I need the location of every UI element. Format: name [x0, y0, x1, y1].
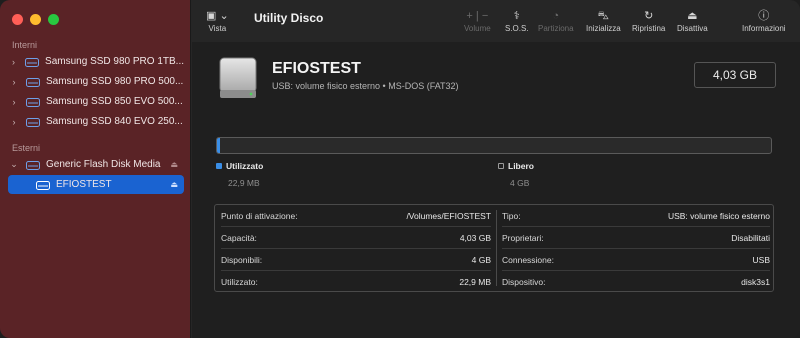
sidebar-item-label: Samsung SSD 980 PRO 500... — [46, 76, 184, 87]
volume-icon — [36, 180, 50, 190]
usage-bar-used-fill — [217, 138, 221, 153]
main-panel: EFIOSTEST USB: volume fisico esterno • M… — [192, 42, 800, 338]
restore-button[interactable]: ↻ Ripristina — [632, 8, 665, 33]
erase-button[interactable]: ⛍ Inizializza — [586, 8, 621, 33]
unmount-button[interactable]: ⏏ Disattiva — [677, 8, 708, 33]
legend-free: Libero 4 GB — [498, 161, 534, 188]
internal-disk-icon — [26, 77, 40, 87]
app-title: Utility Disco — [254, 11, 324, 25]
chevron-right-icon[interactable]: › — [8, 77, 20, 87]
info-row: Punto di attivazione: /Volumes/EFIOSTEST — [221, 205, 491, 227]
info-icon: ⓘ — [758, 10, 770, 22]
used-value: 22,9 MB — [228, 178, 260, 188]
info-button[interactable]: ⓘ Informazioni — [742, 8, 786, 33]
sidebar-item-internal-disk[interactable]: › Samsung SSD 980 PRO 500... — [8, 72, 184, 91]
sidebar-item-internal-disk[interactable]: › Samsung SSD 840 EVO 250... — [8, 112, 184, 131]
chevron-right-icon[interactable]: › — [8, 117, 20, 127]
info-row: Tipo: USB: volume fisico esterno — [502, 205, 770, 227]
free-swatch — [498, 163, 504, 169]
eject-icon[interactable]: ⏏ — [170, 160, 178, 169]
info-row: Disponibili: 4 GB — [221, 249, 491, 271]
erase-disk-icon: ⛍ — [597, 10, 610, 22]
partition-button[interactable]: ◔ Partiziona — [538, 8, 574, 33]
internal-section-header: Interni — [12, 40, 38, 50]
volume-name: EFIOSTEST — [272, 60, 361, 77]
info-row: Connessione: USB — [502, 249, 770, 271]
external-disk-icon — [26, 160, 40, 170]
sidebar-item-internal-disk[interactable]: › Samsung SSD 980 PRO 1TB... — [8, 52, 184, 71]
toolbar: ▣ ⌄ Vista Utility Disco + | − Volume ⚕ S… — [192, 0, 800, 42]
info-row: Capacità: 4,03 GB — [221, 227, 491, 249]
zoom-button[interactable] — [48, 14, 59, 25]
eject-icon[interactable]: ⏏ — [170, 180, 178, 189]
sidebar-item-external-disk[interactable]: ⌄ Generic Flash Disk Media ⏏ — [8, 155, 184, 174]
restore-icon: ↻ — [644, 10, 654, 22]
sidebar-item-volume-selected[interactable]: EFIOSTEST ⏏ — [8, 175, 184, 194]
free-value: 4 GB — [510, 178, 530, 188]
sidebar-item-label: Samsung SSD 840 EVO 250... — [46, 116, 183, 127]
external-drive-icon — [218, 56, 258, 100]
volume-button[interactable]: + | − Volume — [464, 8, 491, 33]
view-button[interactable]: ▣ ⌄ Vista — [206, 8, 229, 33]
sidebar-view-icon: ▣ ⌄ — [206, 10, 229, 22]
pie-icon: ◔ — [552, 10, 560, 22]
usage-bar — [216, 137, 772, 154]
info-table: Punto di attivazione: /Volumes/EFIOSTEST… — [214, 204, 774, 292]
close-button[interactable] — [12, 14, 23, 25]
disk-utility-window: Interni › Samsung SSD 980 PRO 1TB... › S… — [0, 0, 800, 338]
chevron-right-icon[interactable]: › — [8, 57, 19, 67]
window-controls — [12, 14, 59, 25]
external-section-header: Esterni — [12, 143, 41, 153]
used-swatch — [216, 163, 222, 169]
info-row: Utilizzato: 22,9 MB — [221, 277, 491, 287]
chevron-down-icon[interactable]: ⌄ — [8, 159, 20, 170]
chevron-right-icon[interactable]: › — [8, 97, 20, 107]
legend-used: Utilizzato 22,9 MB — [216, 161, 263, 188]
sidebar-item-internal-disk[interactable]: › Samsung SSD 850 EVO 500... — [8, 92, 184, 111]
sidebar-item-label: Samsung SSD 850 EVO 500... — [46, 96, 183, 107]
sidebar-item-label: Samsung SSD 980 PRO 1TB... — [45, 56, 184, 67]
sidebar: Interni › Samsung SSD 980 PRO 1TB... › S… — [0, 0, 191, 338]
internal-disk-icon — [26, 117, 40, 127]
unmount-icon: ⏏ — [687, 10, 698, 22]
sidebar-item-label: Generic Flash Disk Media — [46, 159, 161, 170]
info-row: Dispositivo: disk3s1 — [502, 277, 770, 287]
internal-disk-icon — [26, 97, 40, 107]
volume-size: 4,03 GB — [694, 62, 776, 88]
minimize-button[interactable] — [30, 14, 41, 25]
internal-disk-icon — [25, 57, 40, 67]
info-row: Proprietari: Disabilitati — [502, 227, 770, 249]
first-aid-button[interactable]: ⚕ S.O.S. — [505, 8, 529, 33]
stethoscope-icon: ⚕ — [513, 10, 520, 22]
plus-minus-icon: + | − — [466, 10, 489, 22]
volume-subtitle: USB: volume fisico esterno • MS-DOS (FAT… — [272, 81, 459, 91]
info-divider — [496, 210, 497, 286]
sidebar-item-label: EFIOSTEST — [56, 179, 112, 190]
